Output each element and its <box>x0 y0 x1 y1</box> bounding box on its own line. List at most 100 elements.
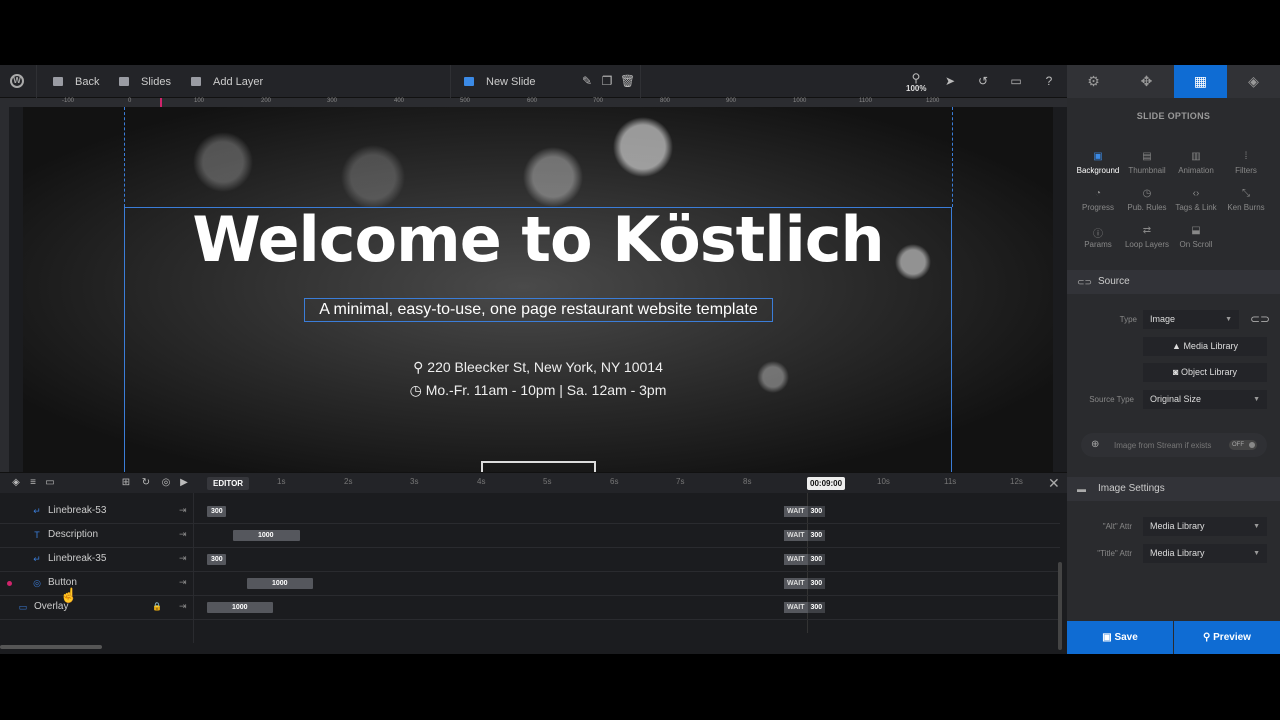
loop-icon[interactable]: ↻ <box>140 477 152 489</box>
expand-arrow-icon[interactable]: ⇥ <box>179 529 187 540</box>
folder-icon[interactable]: ▭ <box>44 477 56 489</box>
source-section-header[interactable]: ⊂⊃ Source <box>1067 270 1280 294</box>
title-attr-value: Media Library <box>1150 548 1205 558</box>
alt-attr-select[interactable]: Media Library ▼ <box>1143 517 1267 536</box>
zoom-icon[interactable]: ⚲ <box>909 71 923 85</box>
expand-arrow-icon[interactable]: ⇥ <box>179 601 187 612</box>
add-layer-button[interactable]: Add Layer <box>191 65 263 98</box>
layer-timing-bar[interactable]: 1000 <box>247 578 313 589</box>
option-filters[interactable]: ⁞ Filters <box>1220 151 1272 175</box>
layers-icon[interactable]: ◈ <box>10 477 22 489</box>
list-icon[interactable]: ≡ <box>27 477 39 489</box>
grid-icon[interactable]: ⊞ <box>120 477 132 489</box>
gear-icon[interactable]: ⚙ <box>1067 65 1120 98</box>
slide-selector[interactable]: New Slide <box>464 65 536 98</box>
option-tags-link[interactable]: ‹› Tags & Link <box>1170 188 1222 212</box>
off-toggle[interactable]: OFF <box>1229 440 1257 450</box>
link-icon[interactable]: ⊂⊃ <box>1250 312 1270 326</box>
ruler-mark: 300 <box>327 98 338 104</box>
layer-timing-bar[interactable]: 1000 <box>233 530 300 541</box>
wordpress-icon[interactable]: W <box>10 74 24 88</box>
divider <box>450 65 451 98</box>
lock-icon[interactable]: 🔒 <box>152 602 162 611</box>
source-type-select[interactable]: Original Size ▼ <box>1143 390 1267 409</box>
layer-timing-bar[interactable]: 300 <box>207 554 226 565</box>
wait-value: 300 <box>807 530 826 541</box>
target-icon[interactable]: ◎ <box>160 477 172 489</box>
hero-title-layer[interactable]: Welcome to Köstlich <box>23 203 1053 276</box>
hours-layer[interactable]: ◷ Mo.-Fr. 11am - 10pm | Sa. 12am - 3pm <box>23 382 1053 399</box>
slide-options-icon[interactable]: ▦ <box>1174 65 1227 98</box>
preview-button[interactable]: ⚲ Preview <box>1174 621 1280 654</box>
help-icon[interactable]: ? <box>1042 74 1056 88</box>
vertical-scrollbar[interactable] <box>1058 562 1062 650</box>
edit-icon[interactable]: ✎ <box>580 74 594 88</box>
timeline-layer-row[interactable]: ▭ Overlay 🔒 ⇥ 1000 WAIT 300 <box>0 596 1060 620</box>
back-button[interactable]: Back <box>53 65 99 98</box>
media-icon: ▲ <box>1172 341 1184 351</box>
layer-timing-bar[interactable]: 1000 <box>207 602 273 613</box>
timeline-layer-row[interactable]: ↵ Linebreak-35 ⇥ 300 WAIT 300 <box>0 548 1060 572</box>
expand-arrow-icon[interactable]: ⇥ <box>179 577 187 588</box>
option-thumbnail[interactable]: ▤ Thumbnail <box>1121 151 1173 175</box>
slide-canvas[interactable]: Welcome to Köstlich A minimal, easy-to-u… <box>23 107 1053 472</box>
image-settings-section-header[interactable]: ▬ Image Settings <box>1067 477 1280 501</box>
option-progress[interactable]: ◔ Progress <box>1072 188 1124 212</box>
search-icon: ⚲ <box>1203 632 1214 643</box>
source-type-value: Original Size <box>1150 394 1202 404</box>
option-animation[interactable]: ▥ Animation <box>1170 151 1222 175</box>
layer-timing-bar[interactable]: 300 <box>207 506 226 517</box>
duplicate-icon[interactable]: ❐ <box>600 74 614 88</box>
slide-icon <box>464 77 474 86</box>
guide-line <box>124 107 125 207</box>
wait-label: WAIT <box>784 506 808 517</box>
ruler-mark: 100 <box>194 98 205 104</box>
expand-arrow-icon[interactable]: ⇥ <box>179 553 187 564</box>
object-library-button[interactable]: ◙ Object Library <box>1143 363 1267 382</box>
wait-tag[interactable]: WAIT 300 <box>784 554 826 565</box>
ruler-mark: 800 <box>660 98 671 104</box>
option-loop-layers[interactable]: ⇄ Loop Layers <box>1121 225 1173 249</box>
play-icon[interactable]: ▶ <box>178 477 190 489</box>
button-layer[interactable] <box>481 461 596 472</box>
timeline-layer-row[interactable]: ↵ Linebreak-53 ⇥ 300 WAIT 300 <box>0 500 1060 524</box>
delete-icon[interactable]: 🗑 <box>620 74 635 88</box>
type-label: Type <box>1119 315 1137 324</box>
loop-icon: ⇄ <box>1142 225 1152 236</box>
wait-tag[interactable]: WAIT 300 <box>784 578 826 589</box>
stream-toggle-row[interactable]: ⊕ Image from Stream if exists OFF <box>1081 433 1267 457</box>
undo-icon[interactable]: ↺ <box>976 74 990 88</box>
address-layer[interactable]: ⚲ 220 Bleecker St, New York, NY 10014 <box>23 359 1053 376</box>
expand-arrow-icon[interactable]: ⇥ <box>179 505 187 516</box>
timeline-playhead-time[interactable]: 00:09:00 <box>807 477 846 490</box>
wait-tag[interactable]: WAIT 300 <box>784 530 826 541</box>
title-attr-select[interactable]: Media Library ▼ <box>1143 544 1267 563</box>
options-panel: ⚙ ✥ ▦ ◈ SLIDE OPTIONS ▣ Background ▤ Thumb… <box>1067 65 1280 654</box>
button-icon: ◎ <box>33 578 41 588</box>
option-label: Filters <box>1235 166 1257 175</box>
desktop-icon[interactable]: ▭ <box>1009 74 1023 88</box>
option-on-scroll[interactable]: ⬓ On Scroll <box>1170 225 1222 249</box>
timeline-layer-row[interactable]: ◎ Button ⇥ 1000 WAIT 300 <box>0 572 1060 596</box>
text-icon: T <box>34 530 40 540</box>
option-pub-rules[interactable]: ◷ Pub. Rules <box>1121 188 1173 212</box>
ruler-mark: 1200 <box>926 98 940 104</box>
timeline-layer-row[interactable]: T Description ⇥ 1000 WAIT 300 <box>0 524 1060 548</box>
type-select[interactable]: Image ▼ <box>1143 310 1239 329</box>
wait-tag[interactable]: WAIT 300 <box>784 602 826 613</box>
module-icon[interactable]: ✥ <box>1120 65 1173 98</box>
wait-tag[interactable]: WAIT 300 <box>784 506 826 517</box>
option-ken-burns[interactable]: ⤡ Ken Burns <box>1220 188 1272 212</box>
layers-icon[interactable]: ◈ <box>1227 65 1280 98</box>
cursor-icon[interactable]: ➤ <box>943 74 957 88</box>
panel-tabs: ⚙ ✥ ▦ ◈ <box>1067 65 1280 98</box>
media-library-button[interactable]: ▲ Media Library <box>1143 337 1267 356</box>
slides-button[interactable]: Slides <box>119 65 171 98</box>
option-params[interactable]: ⓘ Params <box>1072 225 1124 249</box>
horizontal-scrollbar[interactable] <box>0 645 102 649</box>
editor-tag[interactable]: EDITOR <box>207 477 250 490</box>
option-background[interactable]: ▣ Background <box>1072 151 1124 175</box>
hero-subtitle-layer[interactable]: A minimal, easy-to-use, one page restaur… <box>304 298 773 322</box>
close-icon[interactable]: ✕ <box>1048 475 1060 492</box>
save-button[interactable]: ▣ Save <box>1067 621 1173 654</box>
